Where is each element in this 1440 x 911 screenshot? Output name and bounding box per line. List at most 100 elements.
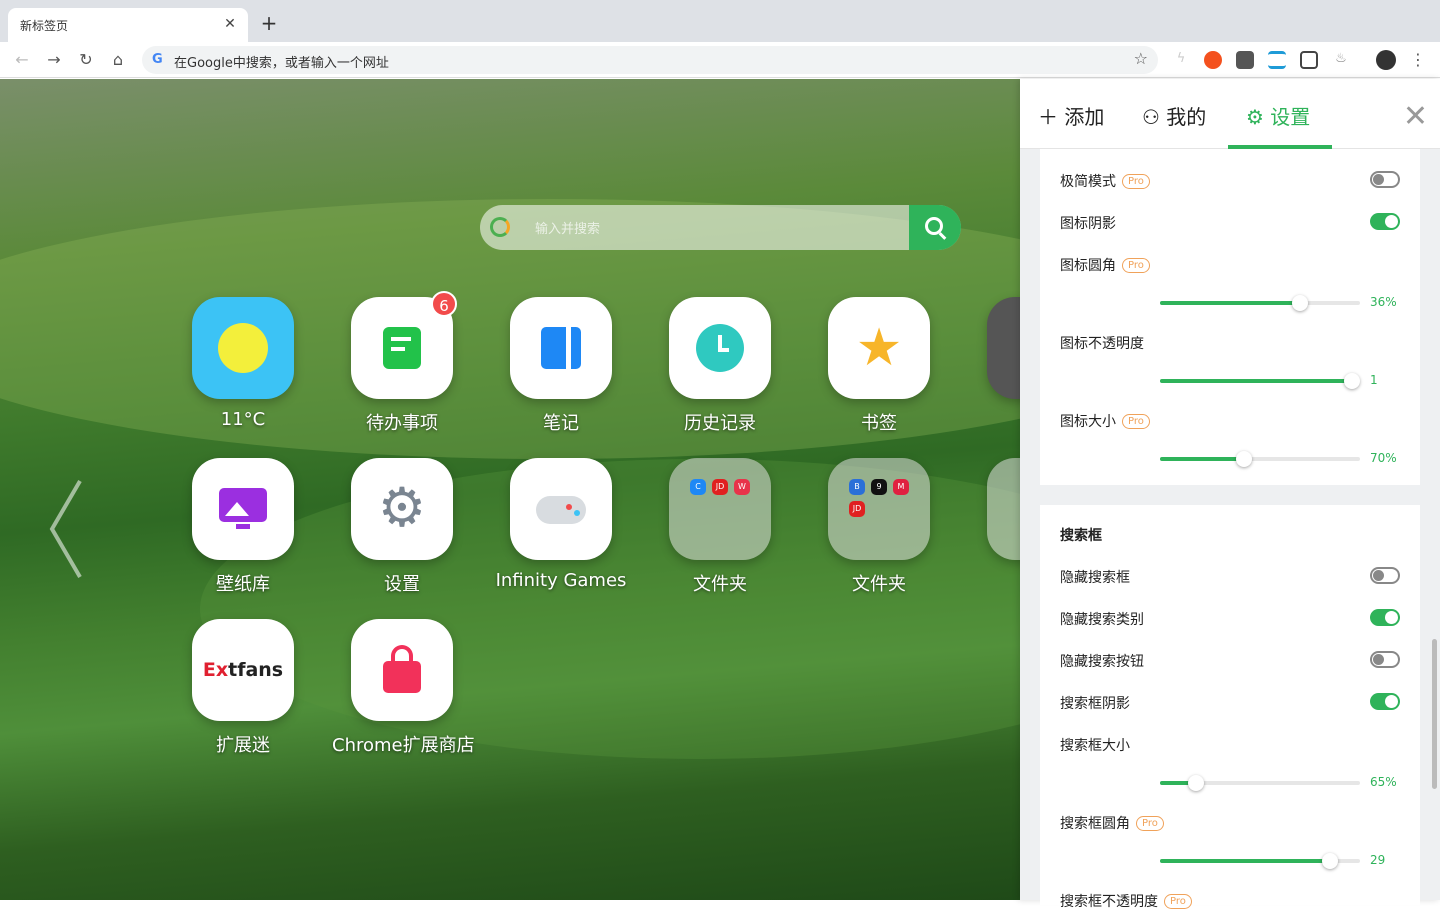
app-settings[interactable]: ⚙ 设置 — [332, 458, 472, 596]
app-label: 11°C — [220, 409, 266, 430]
setting-label: 搜索框大小 — [1060, 738, 1130, 754]
folder-mini-icon: C — [690, 479, 706, 495]
shopping-bag-icon — [351, 619, 453, 721]
setting-icon-opacity: 图标不透明度 — [1060, 333, 1144, 353]
slider-icon-size[interactable] — [1160, 451, 1360, 467]
slider-knob[interactable] — [1344, 373, 1360, 389]
app-label: 书签 — [861, 413, 897, 434]
extension-filter-icon[interactable] — [1268, 51, 1286, 69]
setting-search-opacity: 搜索框不透明度 Pro — [1060, 891, 1192, 911]
folder-mini-icon: W — [734, 479, 750, 495]
slider-knob[interactable] — [1188, 775, 1204, 791]
tab-mine[interactable]: ⚇ 我的 — [1142, 101, 1206, 149]
slider-icon-radius[interactable] — [1160, 295, 1360, 311]
toggle-hide-search[interactable] — [1370, 567, 1400, 584]
app-notes[interactable]: 笔记 — [491, 297, 631, 435]
slider-knob[interactable] — [1292, 295, 1308, 311]
search-button[interactable] — [909, 205, 961, 250]
slider-knob[interactable] — [1322, 853, 1338, 869]
toggle-icon-shadow[interactable] — [1370, 213, 1400, 230]
toggle-hide-button[interactable] — [1370, 651, 1400, 668]
tab-title: 新标签页 — [20, 19, 69, 33]
history-clock-icon — [669, 297, 771, 399]
slider-search-radius[interactable] — [1160, 853, 1360, 869]
app-wallpapers[interactable]: 壁纸库 — [173, 458, 313, 596]
slider-knob[interactable] — [1236, 451, 1252, 467]
browser-tab[interactable]: 新标签页 ✕ — [8, 8, 248, 42]
toggle-minimal-mode[interactable] — [1370, 171, 1400, 188]
extfans-logo-rest: tfans — [228, 659, 284, 681]
search-engine-icon[interactable] — [490, 217, 510, 237]
folder-mini-icon: JD — [712, 479, 728, 495]
extension-flame-icon[interactable]: ♨ — [1332, 51, 1350, 69]
extension-gear-icon[interactable] — [1236, 51, 1254, 69]
folder-icon: C JD W — [669, 458, 771, 560]
tab-add[interactable]: ＋ 添加 — [1038, 101, 1104, 149]
setting-label: 图标阴影 — [1060, 216, 1116, 232]
setting-label: 极简模式 — [1060, 174, 1116, 190]
profile-avatar[interactable] — [1376, 50, 1396, 70]
setting-hide-search: 隐藏搜索框 — [1060, 567, 1130, 587]
folder-mini-icon: JD — [849, 501, 865, 517]
extension-image-icon[interactable] — [1300, 51, 1318, 69]
toggle-search-shadow[interactable] — [1370, 693, 1400, 710]
folder-mini-icon: B — [849, 479, 865, 495]
app-label: 壁纸库 — [216, 574, 270, 595]
forward-icon[interactable]: → — [42, 48, 66, 72]
app-weather[interactable]: 11°C — [173, 297, 313, 430]
home-icon[interactable]: ⌂ — [106, 48, 130, 72]
reload-icon[interactable]: ↻ — [74, 48, 98, 72]
address-bar[interactable]: G 在Google中搜索，或者输入一个网址 ☆ — [142, 46, 1158, 74]
gamepad-icon — [510, 458, 612, 560]
app-todo[interactable]: 6 待办事项 — [332, 291, 472, 435]
search-placeholder: 输入并搜索 — [535, 222, 601, 237]
app-label: Chrome扩展商店 — [332, 735, 475, 756]
partial-app-icon — [987, 297, 1020, 399]
slider-icon-opacity[interactable] — [1160, 373, 1360, 389]
setting-hide-category: 隐藏搜索类别 — [1060, 609, 1144, 629]
previous-page-icon[interactable] — [48, 479, 88, 579]
section-title: 搜索框 — [1060, 528, 1102, 544]
app-folder-1[interactable]: C JD W 文件夹 — [650, 458, 790, 596]
back-icon[interactable]: ← — [10, 48, 34, 72]
panel-header: ＋ 添加 ⚇ 我的 ⚙ 设置 ✕ — [1020, 79, 1440, 149]
panel-scrollbar[interactable] — [1432, 639, 1437, 789]
tab-settings[interactable]: ⚙ 设置 — [1246, 101, 1310, 149]
slider-value: 36% — [1370, 295, 1397, 309]
app-infinity-games[interactable]: Infinity Games — [491, 458, 631, 591]
wallpaper-icon — [192, 458, 294, 560]
extension-red-icon[interactable] — [1204, 51, 1222, 69]
app-chrome-store[interactable]: Chrome扩展商店 — [332, 619, 475, 757]
todo-badge: 6 — [431, 291, 457, 317]
setting-label: 搜索框圆角 — [1060, 816, 1130, 832]
browser-toolbar: ← → ↻ ⌂ G 在Google中搜索，或者输入一个网址 ☆ ϟ ♨ ⋮ — [0, 42, 1440, 78]
bookmark-star-icon[interactable]: ☆ — [1134, 49, 1148, 68]
menu-icon[interactable]: ⋮ — [1406, 48, 1430, 72]
tab-close-icon[interactable]: ✕ — [220, 14, 240, 34]
setting-icon-shadow: 图标阴影 — [1060, 213, 1116, 233]
google-icon: G — [152, 52, 163, 67]
pro-badge: Pro — [1164, 894, 1192, 909]
close-icon[interactable]: ✕ — [1403, 99, 1428, 134]
folder-mini-icon: 9 — [871, 479, 887, 495]
app-bookmarks[interactable]: ★ 书签 — [809, 297, 949, 435]
setting-search-size: 搜索框大小 — [1060, 735, 1130, 755]
settings-panel: ＋ 添加 ⚇ 我的 ⚙ 设置 ✕ 极简模式 Pro 图标阴影 图标圆角 Pro 36… — [1020, 79, 1440, 910]
setting-icon-size: 图标大小 Pro — [1060, 411, 1150, 431]
app-extfans[interactable]: Extfans 扩展迷 — [173, 619, 313, 757]
app-partial-ma[interactable]: Ma — [968, 297, 1020, 430]
app-folder-2[interactable]: B 9 M JD 文件夹 — [809, 458, 949, 596]
setting-hide-button: 隐藏搜索按钮 — [1060, 651, 1144, 671]
app-label: 文件夹 — [852, 574, 906, 595]
toggle-hide-category[interactable] — [1370, 609, 1400, 626]
slider-value: 65% — [1370, 775, 1397, 789]
new-tab-button[interactable]: + — [258, 12, 280, 34]
extension-bolt-icon[interactable]: ϟ — [1172, 51, 1190, 69]
setting-label: 搜索框不透明度 — [1060, 894, 1158, 910]
app-label: 文件夹 — [693, 574, 747, 595]
slider-search-size[interactable] — [1160, 775, 1360, 791]
setting-label: 隐藏搜索类别 — [1060, 612, 1144, 628]
app-history[interactable]: 历史记录 — [650, 297, 790, 435]
app-partial-g[interactable]: G — [968, 458, 1020, 591]
search-box[interactable]: 输入并搜索 — [480, 205, 961, 250]
